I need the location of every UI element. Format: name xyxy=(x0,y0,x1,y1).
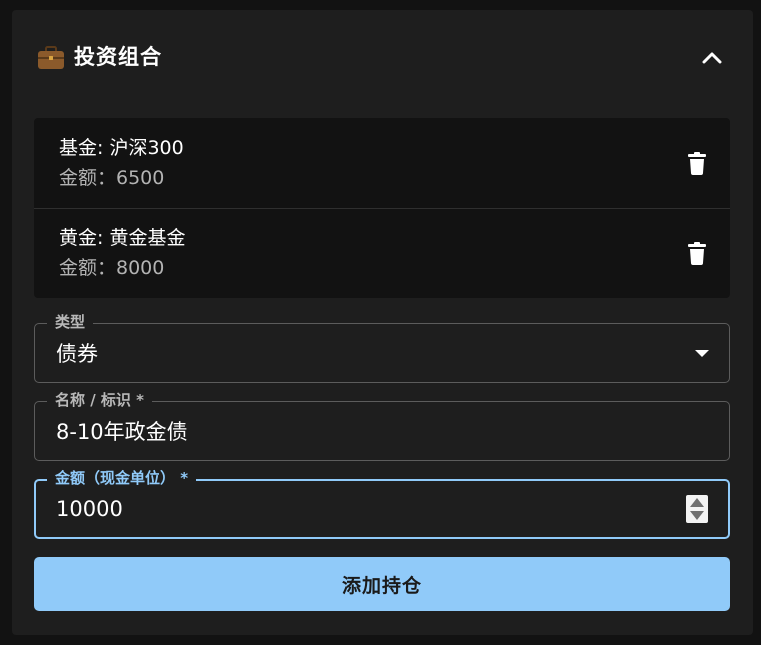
briefcase-icon xyxy=(38,46,64,69)
holding-title: 黄金: 黄金基金 xyxy=(59,227,186,249)
type-select[interactable]: 类型 债券 xyxy=(34,312,730,383)
trash-icon xyxy=(688,241,706,265)
amount-field[interactable]: 金额（现金单位） * xyxy=(34,468,730,539)
holding-amount: 金额：8000 xyxy=(59,257,165,279)
add-holding-button[interactable]: 添加持仓 xyxy=(34,557,730,611)
chevron-up-icon xyxy=(702,52,722,64)
amount-label: 金额（现金单位） * xyxy=(47,468,197,488)
name-field[interactable]: 名称 / 标识 * xyxy=(34,390,730,461)
caret-down-icon[interactable] xyxy=(695,350,709,357)
trash-icon xyxy=(688,151,706,175)
name-label: 名称 / 标识 * xyxy=(47,390,152,410)
type-value[interactable]: 债券 xyxy=(56,340,616,368)
stepper-up-icon[interactable] xyxy=(690,498,704,507)
holding-amount: 金额：6500 xyxy=(59,167,165,189)
holding-title: 基金: 沪深300 xyxy=(59,137,184,159)
type-label: 类型 xyxy=(47,312,94,332)
list-item: 基金: 沪深300 金额：6500 xyxy=(34,118,730,209)
holdings-list: 基金: 沪深300 金额：6500 黄金: 黄金基金 金额：8000 xyxy=(34,118,730,298)
collapse-button[interactable] xyxy=(696,44,728,72)
delete-button[interactable] xyxy=(682,236,712,270)
stepper-down-icon[interactable] xyxy=(690,511,704,520)
name-input[interactable] xyxy=(56,418,616,446)
amount-input[interactable] xyxy=(56,495,616,523)
number-stepper[interactable] xyxy=(686,495,708,523)
portfolio-panel: 投资组合 基金: 沪深300 金额：6500 黄金: 黄金基金 金额：8000 xyxy=(12,10,753,635)
list-item: 黄金: 黄金基金 金额：8000 xyxy=(34,208,730,298)
panel-header[interactable]: 投资组合 xyxy=(12,10,753,106)
panel-title: 投资组合 xyxy=(74,45,162,69)
delete-button[interactable] xyxy=(682,146,712,180)
